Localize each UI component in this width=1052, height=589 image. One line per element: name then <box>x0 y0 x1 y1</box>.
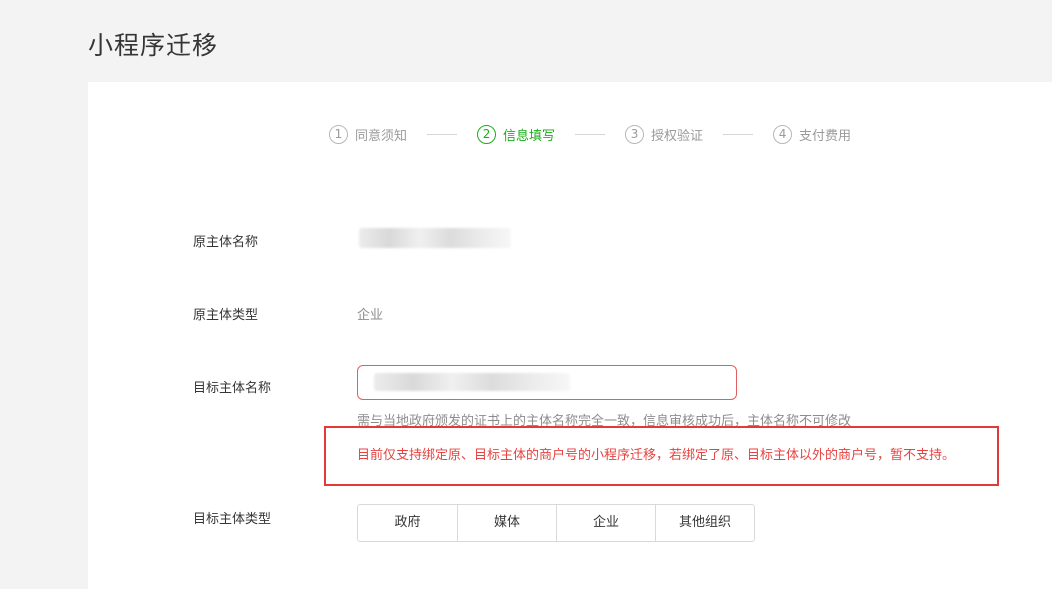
step-number: 3 <box>625 124 645 144</box>
step-label: 支付费用 <box>799 128 852 144</box>
entity-type-option-enterprise[interactable]: 企业 <box>556 505 655 541</box>
step-number: 4 <box>773 124 793 144</box>
target-entity-name-label: 目标主体名称 <box>193 381 272 396</box>
original-entity-type-label: 原主体类型 <box>193 308 259 323</box>
step-divider <box>575 133 606 135</box>
step-4: 4 支付费用 <box>773 124 852 144</box>
target-entity-name-input[interactable] <box>357 365 737 400</box>
entity-type-option-other[interactable]: 其他组织 <box>655 505 754 541</box>
step-label: 同意须知 <box>355 128 408 144</box>
target-entity-name-redacted <box>374 373 570 391</box>
entity-type-option-media[interactable]: 媒体 <box>457 505 556 541</box>
migration-form-card: 1 同意须知 2 信息填写 3 授权验证 4 支付费用 原主体名称 原主体类型 … <box>88 82 1052 589</box>
step-number: 2 <box>477 124 497 144</box>
target-entity-type-label: 目标主体类型 <box>193 512 272 527</box>
original-entity-type-value: 企业 <box>357 308 384 323</box>
step-label: 授权验证 <box>651 128 704 144</box>
step-number: 1 <box>329 124 348 144</box>
page-title: 小程序迁移 <box>88 31 219 60</box>
original-entity-name-label: 原主体名称 <box>193 235 259 250</box>
step-divider <box>427 133 458 135</box>
original-entity-name-redacted <box>359 228 511 248</box>
step-1: 1 同意须知 <box>329 124 408 144</box>
target-entity-type-selector: 政府 媒体 企业 其他组织 <box>357 504 755 542</box>
step-divider <box>723 133 754 135</box>
entity-type-option-government[interactable]: 政府 <box>358 505 457 541</box>
merchant-warning-text: 目前仅支持绑定原、目标主体的商户号的小程序迁移，若绑定了原、目标主体以外的商户号… <box>357 448 956 463</box>
step-label: 信息填写 <box>503 128 556 144</box>
step-2: 2 信息填写 <box>477 124 556 144</box>
step-indicator: 1 同意须知 2 信息填写 3 授权验证 4 支付费用 <box>329 123 851 145</box>
step-3: 3 授权验证 <box>625 124 704 144</box>
